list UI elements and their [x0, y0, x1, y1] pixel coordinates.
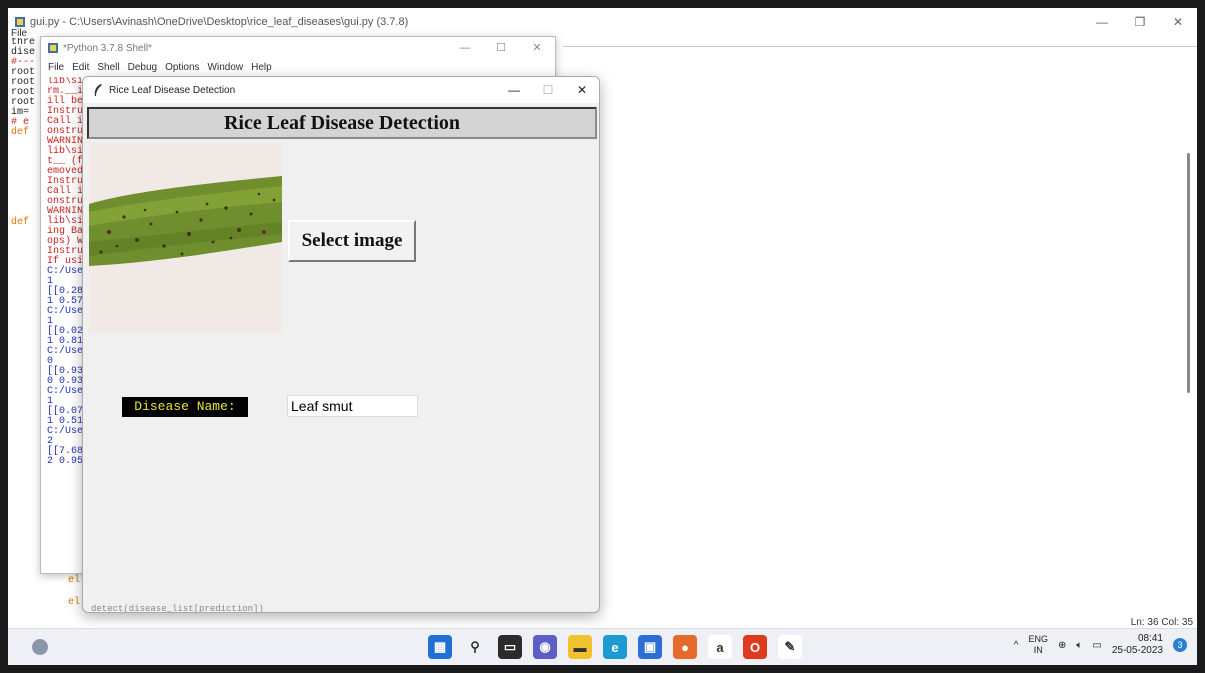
task-view-icon[interactable]: ▭: [498, 635, 522, 659]
tk-feather-icon: [93, 84, 103, 96]
shell-window-controls: — ☐ ✕: [447, 37, 555, 59]
cursor-position-status: Ln: 36 Col: 35: [1130, 617, 1193, 628]
editor-titlebar: gui.py - C:\Users\Avinash\OneDrive\Deskt…: [8, 8, 1197, 36]
maximize-button[interactable]: ☐: [531, 77, 565, 103]
shell-menu-debug[interactable]: Debug: [128, 62, 157, 73]
shell-menu-edit[interactable]: Edit: [72, 62, 89, 73]
clock[interactable]: 08:41 25-05-2023: [1112, 633, 1163, 657]
close-button[interactable]: ✕: [519, 37, 555, 59]
close-button[interactable]: ✕: [1159, 8, 1197, 36]
app-window-controls: — ☐ ✕: [497, 77, 599, 103]
editor-title-text: gui.py - C:\Users\Avinash\OneDrive\Deskt…: [30, 16, 409, 28]
shell-title-text: *Python 3.7.8 Shell*: [63, 42, 152, 54]
shell-menu-file[interactable]: File: [48, 62, 64, 73]
store-icon[interactable]: ▣: [638, 635, 662, 659]
shell-menu-help[interactable]: Help: [251, 62, 272, 73]
file-explorer-icon[interactable]: ▬: [568, 635, 592, 659]
editor-code-line: el: [68, 575, 81, 586]
shell-menu-shell[interactable]: Shell: [97, 62, 119, 73]
app-heading: Rice Leaf Disease Detection: [87, 107, 597, 139]
notification-badge[interactable]: 3: [1173, 638, 1187, 652]
select-image-button[interactable]: Select image: [288, 220, 416, 262]
system-tray: ^ ENG IN ⊕ 🔈︎ ▭ 08:41 25-05-2023 3: [1014, 633, 1187, 657]
minimize-button[interactable]: —: [447, 37, 483, 59]
chevron-up-icon[interactable]: ^: [1014, 640, 1019, 651]
python-shell-icon: [47, 42, 59, 54]
search-icon[interactable]: ⚲: [463, 635, 487, 659]
language-indicator[interactable]: ENG IN: [1028, 634, 1048, 656]
taskbar-apps: ▦ ⚲ ▭ ◉ ▬ e ▣ ● a O ✎: [428, 635, 802, 659]
amazon-icon[interactable]: a: [708, 635, 732, 659]
editor-code-line: el: [68, 597, 81, 608]
scrollbar-thumb[interactable]: [1187, 153, 1190, 393]
edge-icon[interactable]: e: [603, 635, 627, 659]
clock-date: 25-05-2023: [1111, 645, 1163, 656]
leaf-image: [89, 142, 282, 332]
desktop-screen: gui.py - C:\Users\Avinash\OneDrive\Deskt…: [8, 8, 1197, 665]
app-title-text: Rice Leaf Disease Detection: [109, 84, 236, 96]
minimize-button[interactable]: —: [497, 77, 531, 103]
region-code: IN: [1033, 645, 1043, 655]
editor-divider: [563, 46, 1197, 47]
minimize-button[interactable]: —: [1083, 8, 1121, 36]
language-code: ENG: [1028, 634, 1048, 644]
python-file-icon: [14, 16, 26, 28]
editor-window-controls: — ❐ ✕: [1083, 8, 1197, 36]
shell-menu-options[interactable]: Options: [165, 62, 199, 73]
rice-leaf-app-window: Rice Leaf Disease Detection — ☐ ✕ Rice L…: [82, 76, 600, 613]
shell-menubar: File Edit Shell Debug Options Window Help: [41, 59, 555, 75]
close-button[interactable]: ✕: [565, 77, 599, 103]
editor-scrollbar[interactable]: [1183, 48, 1195, 618]
battery-icon[interactable]: ▭: [1092, 640, 1101, 651]
chat-icon[interactable]: ◉: [533, 635, 557, 659]
shell-menu-window[interactable]: Window: [208, 62, 244, 73]
office-icon[interactable]: O: [743, 635, 767, 659]
editor-code-line: detect(disease_list[prediction]): [91, 604, 264, 613]
disease-name-field[interactable]: Leaf smut: [287, 395, 418, 417]
disease-name-label: Disease Name:: [122, 397, 248, 417]
volume-icon[interactable]: 🔈︎: [1076, 640, 1082, 651]
maximize-button[interactable]: ☐: [483, 37, 519, 59]
clock-time: 08:41: [1137, 633, 1163, 644]
maximize-button[interactable]: ❐: [1121, 8, 1159, 36]
firefox-icon[interactable]: ●: [673, 635, 697, 659]
network-icon[interactable]: ⊕: [1058, 640, 1066, 651]
start-icon[interactable]: ▦: [428, 635, 452, 659]
widgets-icon[interactable]: [32, 639, 48, 655]
taskbar: ▦ ⚲ ▭ ◉ ▬ e ▣ ● a O ✎ ^ ENG IN ⊕ 🔈︎ ▭ 08:41 25-05-…: [8, 628, 1197, 665]
python-idle-icon[interactable]: ✎: [778, 635, 802, 659]
